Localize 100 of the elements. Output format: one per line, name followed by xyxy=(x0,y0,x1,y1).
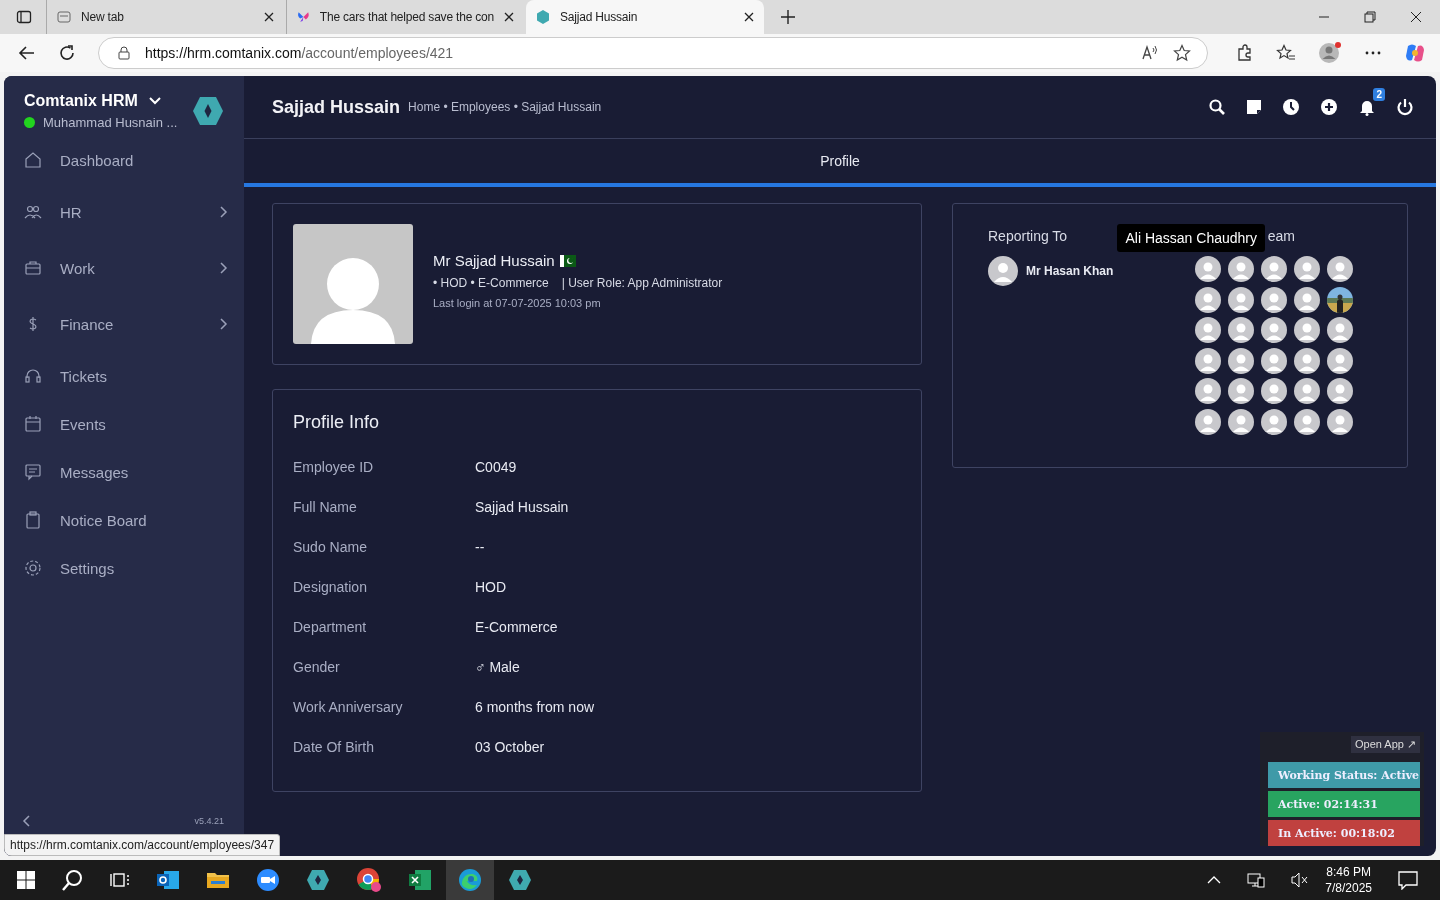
sidebar-item[interactable]: Tickets xyxy=(4,352,244,400)
profile-tab[interactable]: Profile xyxy=(820,153,860,169)
profile-avatar-icon[interactable] xyxy=(1318,42,1342,64)
field-value: -- xyxy=(475,539,485,555)
avatar-icon[interactable] xyxy=(1228,378,1254,404)
hexagon-app-icon[interactable] xyxy=(508,868,532,892)
avatar-icon[interactable] xyxy=(1228,256,1254,282)
avatar-icon xyxy=(988,256,1018,286)
avatar-icon[interactable] xyxy=(1195,256,1221,282)
new-tab-icon[interactable] xyxy=(780,9,796,25)
restore-icon[interactable] xyxy=(1364,11,1376,23)
gear-icon xyxy=(24,559,42,577)
edge-icon[interactable] xyxy=(457,867,483,893)
clock-icon[interactable] xyxy=(1282,98,1300,116)
sidebar-item[interactable]: Finance xyxy=(4,296,244,352)
muted-speaker-icon[interactable] xyxy=(1291,872,1310,888)
search-icon[interactable] xyxy=(1208,98,1226,116)
field-label: Date Of Birth xyxy=(293,739,375,755)
avatar-icon[interactable] xyxy=(1195,378,1221,404)
clock-time: 8:46 PM xyxy=(1326,864,1371,880)
sidebar-item[interactable]: Events xyxy=(4,400,244,448)
favorites-icon[interactable] xyxy=(1276,44,1296,62)
avatar-icon[interactable] xyxy=(1261,286,1287,313)
link-status-url: https://hrm.comtanix.com/account/employees/347 xyxy=(4,834,281,856)
copilot-icon[interactable] xyxy=(1404,42,1426,64)
sticky-note-icon[interactable] xyxy=(1246,99,1262,115)
organization-name[interactable]: Comtanix HRM xyxy=(24,92,138,110)
read-aloud-icon[interactable] xyxy=(1141,45,1159,61)
manager-name[interactable]: Mr Hasan Khan xyxy=(1026,264,1114,278)
sidebar-item[interactable]: Notice Board xyxy=(4,496,244,544)
avatar-icon[interactable] xyxy=(1294,256,1320,282)
browser-tab[interactable]: Sajjad Hussain xyxy=(526,0,764,34)
avatar-icon[interactable] xyxy=(1294,317,1320,343)
task-view-icon[interactable] xyxy=(110,870,130,890)
sidebar-item[interactable]: Settings xyxy=(4,544,244,592)
close-icon[interactable] xyxy=(504,12,514,22)
close-icon[interactable] xyxy=(744,12,754,22)
avatar-icon[interactable] xyxy=(1327,408,1353,435)
refresh-icon[interactable] xyxy=(58,44,76,62)
puzzle-icon[interactable] xyxy=(1236,44,1254,62)
tab-actions-icon[interactable] xyxy=(16,9,32,25)
spreadsheet-app-icon[interactable] xyxy=(408,868,432,892)
clip-icon xyxy=(24,511,42,529)
field-label: Designation xyxy=(293,579,368,595)
avatar-icon[interactable] xyxy=(1228,347,1254,374)
sidebar-item[interactable]: Messages xyxy=(4,448,244,496)
search-icon[interactable] xyxy=(62,869,84,891)
avatar-icon[interactable] xyxy=(1261,408,1287,435)
avatar-icon[interactable] xyxy=(1327,378,1353,404)
chevron-down-icon[interactable] xyxy=(147,96,162,106)
chevron-up-icon[interactable] xyxy=(1207,875,1222,885)
avatar-icon[interactable] xyxy=(1327,347,1353,374)
windows-start-icon[interactable] xyxy=(16,870,36,890)
sidebar-item[interactable]: HR xyxy=(4,184,244,240)
close-icon[interactable] xyxy=(1410,11,1422,23)
bell-icon[interactable] xyxy=(1358,98,1376,116)
avatar-icon[interactable] xyxy=(1195,317,1221,343)
add-icon[interactable] xyxy=(1320,98,1338,116)
last-login-text: Last login at 07-07-2025 10:03 pm xyxy=(433,297,602,309)
avatar-icon[interactable] xyxy=(1228,286,1254,313)
hexagon-icon xyxy=(536,10,550,24)
notifications-icon[interactable] xyxy=(1398,870,1418,890)
avatar-icon[interactable] xyxy=(1294,286,1320,313)
back-icon[interactable] xyxy=(18,44,36,62)
chrome-icon[interactable] xyxy=(356,867,382,893)
logo-icon xyxy=(192,96,224,126)
status-row: Active: 02:14:31 xyxy=(1268,791,1420,817)
star-icon[interactable] xyxy=(1173,44,1191,62)
mail-app-icon[interactable] xyxy=(156,868,180,892)
close-icon[interactable] xyxy=(264,12,274,22)
avatar-icon[interactable] xyxy=(1195,286,1221,313)
sidebar-item[interactable]: Work xyxy=(4,240,244,296)
avatar-icon[interactable] xyxy=(1195,347,1221,374)
hexagon-app-icon[interactable] xyxy=(306,868,330,892)
avatar-icon[interactable] xyxy=(1228,408,1254,435)
tooltip: Ali Hassan Chaudhry xyxy=(1117,224,1265,252)
video-app-icon[interactable] xyxy=(256,868,280,892)
avatar-icon[interactable] xyxy=(1261,347,1287,374)
clock-date: 7/8/2025 xyxy=(1325,880,1372,896)
collapse-icon[interactable] xyxy=(22,815,30,827)
network-icon[interactable] xyxy=(1247,872,1266,888)
open-app-button[interactable]: Open App ↗ xyxy=(1351,736,1420,753)
avatar-icon[interactable] xyxy=(1261,378,1287,404)
avatar-icon[interactable] xyxy=(1228,317,1254,343)
avatar-icon[interactable] xyxy=(1261,317,1287,343)
avatar-icon[interactable] xyxy=(1261,256,1287,282)
avatar-icon[interactable] xyxy=(1327,317,1353,343)
sidebar-item[interactable]: Dashboard xyxy=(4,136,244,184)
calendar-icon xyxy=(24,415,42,433)
people-icon xyxy=(24,203,42,221)
power-icon[interactable] xyxy=(1396,98,1414,116)
avatar-icon[interactable] xyxy=(1327,256,1353,282)
address-field[interactable]: https://hrm.comtanix.com/account/employees/421 xyxy=(98,37,1208,69)
version-label: v5.4.21 xyxy=(194,816,224,826)
field-label: Work Anniversary xyxy=(293,699,404,715)
avatar-icon[interactable] xyxy=(1195,408,1221,435)
page-icon xyxy=(57,10,71,24)
avatar-icon[interactable] xyxy=(1294,347,1320,374)
avatar-icon[interactable] xyxy=(1294,378,1320,404)
avatar-icon[interactable] xyxy=(1294,408,1320,435)
